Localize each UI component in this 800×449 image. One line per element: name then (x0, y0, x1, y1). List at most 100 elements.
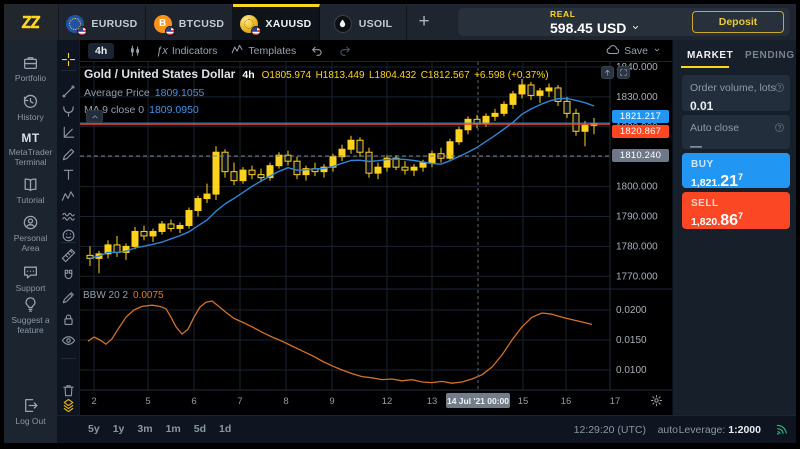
account-type-badge: REAL (550, 10, 641, 19)
edit-icon (61, 290, 76, 305)
svg-text:15: 15 (518, 396, 529, 407)
tool-angle[interactable] (61, 125, 76, 140)
axis-settings-button[interactable] (650, 394, 663, 412)
tool-ruler[interactable] (61, 248, 76, 263)
sidebar-item-history[interactable]: History (4, 93, 57, 123)
range-1m[interactable]: 1m (166, 423, 181, 435)
help-icon (774, 82, 785, 93)
order-volume-value: 0.01 (690, 99, 782, 113)
sidebar-item-portfolio[interactable]: Portfolio (4, 54, 57, 84)
layers-icon (61, 398, 76, 413)
tab-pending[interactable]: PENDING (745, 50, 795, 61)
tool-magnet[interactable] (61, 268, 76, 283)
suggest-icon (22, 296, 39, 313)
timezone-auto-toggle[interactable]: auto (658, 424, 678, 436)
indicator-row[interactable]: MA 9 close 01809.0950 (84, 105, 549, 116)
tab-label: USOIL (359, 18, 393, 30)
legend-timeframe: 4h (242, 70, 254, 81)
sidebar-item-mt[interactable]: MTMetaTraderTerminal (4, 131, 57, 168)
leverage-readout: Leverage:1:2000 (679, 424, 761, 436)
tool-eye[interactable] (61, 333, 76, 348)
magnet-icon (61, 268, 76, 283)
bitcoin-icon: B (154, 15, 172, 33)
top-bar: EURUSDBBTCUSDXAUUSD USOIL + REAL 598.45 U… (4, 4, 796, 40)
tab-eurusd[interactable]: EURUSD (59, 4, 146, 40)
exness-logo-icon (16, 12, 46, 32)
help-icon (774, 122, 785, 133)
sidebar-item-label: Portfolio (15, 74, 46, 84)
scroll-to-latest-button[interactable] (601, 66, 614, 79)
collapse-legend-button[interactable] (86, 110, 103, 123)
order-volume-field[interactable]: Order volume, lots 0.01 (682, 75, 790, 111)
tab-usoil[interactable]: USOIL (320, 4, 407, 40)
date-range-buttons: 5y 1y 3m 1m 5d 1d (88, 423, 231, 435)
oil-drop-icon (337, 18, 348, 29)
range-3m[interactable]: 3m (137, 423, 152, 435)
us-flag-icon (251, 26, 261, 36)
range-5y[interactable]: 5y (88, 423, 100, 435)
tool-brush[interactable] (61, 147, 76, 162)
frame-edge (0, 443, 800, 449)
sidebar-item-personal[interactable]: PersonalArea (4, 214, 57, 254)
portfolio-icon (22, 54, 39, 71)
sidebar-item-support[interactable]: Support (4, 264, 57, 294)
drawing-toolbar (57, 40, 80, 443)
indicators-button[interactable]: ƒx Indicators (156, 45, 217, 57)
sidebar-item-suggest[interactable]: Suggest afeature (4, 296, 57, 336)
tab-xauusd[interactable]: XAUUSD (233, 4, 320, 40)
bottom-status-bar: 5y1y3m1m5d1d 12:29:20 (UTC) auto Leverag… (57, 415, 796, 443)
sell-price: 1,820.867 (691, 211, 781, 230)
undo-icon (310, 44, 324, 58)
save-button[interactable]: Save (606, 40, 662, 62)
sell-button[interactable]: SELL 1,820.867 (682, 192, 790, 229)
maximize-pane-button[interactable] (617, 66, 630, 79)
sidebar-item-logout[interactable]: Log Out (4, 397, 57, 427)
chart-type-button[interactable] (128, 44, 142, 58)
tool-text[interactable] (61, 167, 76, 182)
tab-market[interactable]: MARKET (687, 50, 733, 61)
svg-text:2: 2 (91, 396, 96, 407)
svg-text:5: 5 (145, 396, 150, 407)
toolbar-divider (61, 242, 76, 243)
tool-trash[interactable] (61, 383, 76, 398)
tool-emoji[interactable] (61, 228, 76, 243)
tool-pitchfork[interactable] (61, 104, 76, 119)
range-1d[interactable]: 1d (219, 423, 231, 435)
cloud-icon (606, 43, 620, 57)
tool-waves[interactable] (61, 209, 76, 224)
auto-close-field[interactable]: Auto close — (682, 115, 790, 149)
templates-button[interactable]: Templates (231, 43, 296, 59)
svg-text:12: 12 (382, 396, 393, 407)
tool-layers[interactable] (61, 398, 76, 413)
tool-edit[interactable] (61, 290, 76, 305)
lock-icon (61, 312, 76, 327)
templates-icon (231, 43, 244, 56)
range-5d[interactable]: 5d (194, 423, 206, 435)
buy-button[interactable]: BUY 1,821.217 (682, 153, 790, 188)
history-icon (22, 93, 39, 110)
gold-coin-icon (240, 15, 258, 33)
redo-button[interactable] (338, 44, 352, 58)
tool-crosshair[interactable] (61, 52, 76, 67)
emoji-icon (61, 228, 76, 243)
sidebar-item-tutorial[interactable]: Tutorial (4, 176, 57, 206)
account-balance[interactable]: REAL 598.45 USD (550, 10, 641, 35)
tool-xabcd[interactable] (61, 189, 76, 204)
deposit-button[interactable]: Deposit (692, 11, 784, 33)
angle-icon (61, 125, 76, 140)
help-icon[interactable] (774, 120, 785, 138)
help-icon[interactable] (774, 80, 785, 98)
range-1y[interactable]: 1y (113, 423, 125, 435)
svg-text:17: 17 (610, 396, 621, 407)
tool-trendline[interactable] (61, 84, 76, 99)
eye-icon (61, 333, 76, 348)
add-tab-button[interactable]: + (407, 4, 441, 40)
undo-button[interactable] (310, 44, 324, 58)
arrow-up-icon (603, 68, 612, 77)
exness-logo[interactable] (4, 4, 59, 40)
tool-lock[interactable] (61, 312, 76, 327)
timeframe-button[interactable]: 4h (88, 43, 114, 59)
trendline-icon (61, 84, 76, 99)
indicator-row[interactable]: Average Price1809.1055 (84, 88, 549, 99)
tab-btcusd[interactable]: BBTCUSD (146, 4, 233, 40)
